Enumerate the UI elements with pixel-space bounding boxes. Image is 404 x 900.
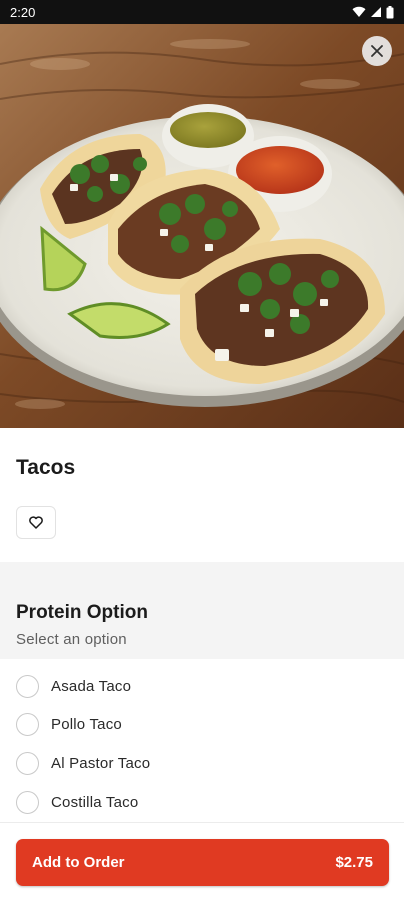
add-to-order-label: Add to Order <box>32 854 125 871</box>
item-title: Tacos <box>16 456 76 479</box>
option-al-pastor-taco[interactable]: Al Pastor Taco <box>0 744 404 783</box>
option-label: Costilla Taco <box>51 793 139 811</box>
heart-icon <box>29 516 43 529</box>
option-group-subtitle: Select an option <box>16 631 127 648</box>
wifi-icon <box>352 6 366 18</box>
option-label: Al Pastor Taco <box>51 754 151 772</box>
option-list: Asada Taco Pollo Taco Al Pastor Taco Cos… <box>0 667 404 821</box>
cell-signal-icon <box>371 7 381 17</box>
option-pollo-taco[interactable]: Pollo Taco <box>0 706 404 745</box>
radio-button[interactable] <box>16 674 39 698</box>
status-bar: 2:20 <box>0 0 404 24</box>
bottom-bar: Add to Order $2.75 <box>0 822 404 900</box>
favorite-button[interactable] <box>16 506 56 539</box>
option-costilla-taco[interactable]: Costilla Taco <box>0 783 404 822</box>
option-group-header: Protein Option Select an option <box>0 562 404 659</box>
item-header: Tacos <box>0 428 404 562</box>
status-icons <box>352 5 394 19</box>
add-to-order-button[interactable]: Add to Order $2.75 <box>16 839 389 886</box>
radio-button[interactable] <box>16 713 39 737</box>
close-button[interactable] <box>362 36 392 66</box>
option-label: Pollo Taco <box>51 716 122 734</box>
option-group-title: Protein Option <box>16 602 148 623</box>
option-label: Asada Taco <box>51 677 132 695</box>
hero-image <box>0 24 404 428</box>
close-icon <box>371 45 383 57</box>
order-price: $2.75 <box>335 854 373 871</box>
radio-button[interactable] <box>16 790 39 814</box>
radio-button[interactable] <box>16 751 39 775</box>
tacos-photo <box>0 24 404 428</box>
status-time: 2:20 <box>10 4 36 20</box>
battery-icon <box>386 5 394 18</box>
option-asada-taco[interactable]: Asada Taco <box>0 667 404 706</box>
